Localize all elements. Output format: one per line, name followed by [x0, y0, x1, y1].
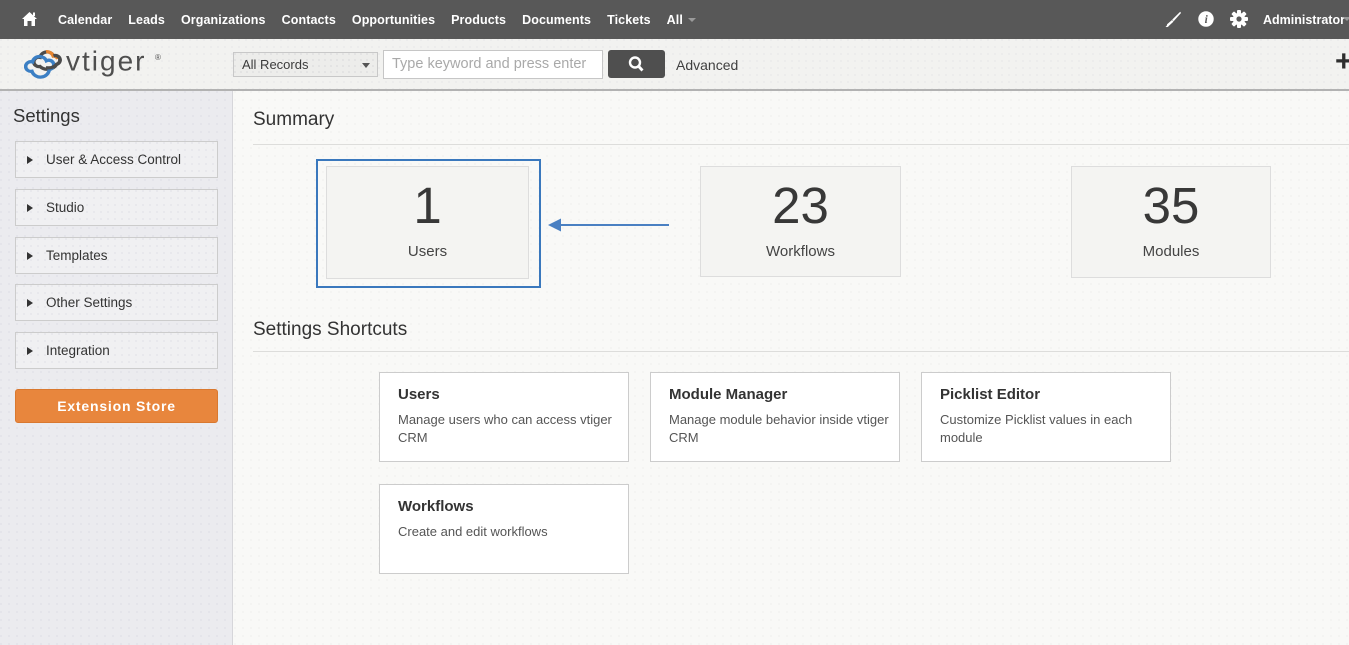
- svg-text:vtiger: vtiger: [66, 48, 146, 77]
- svg-text:®: ®: [155, 53, 161, 62]
